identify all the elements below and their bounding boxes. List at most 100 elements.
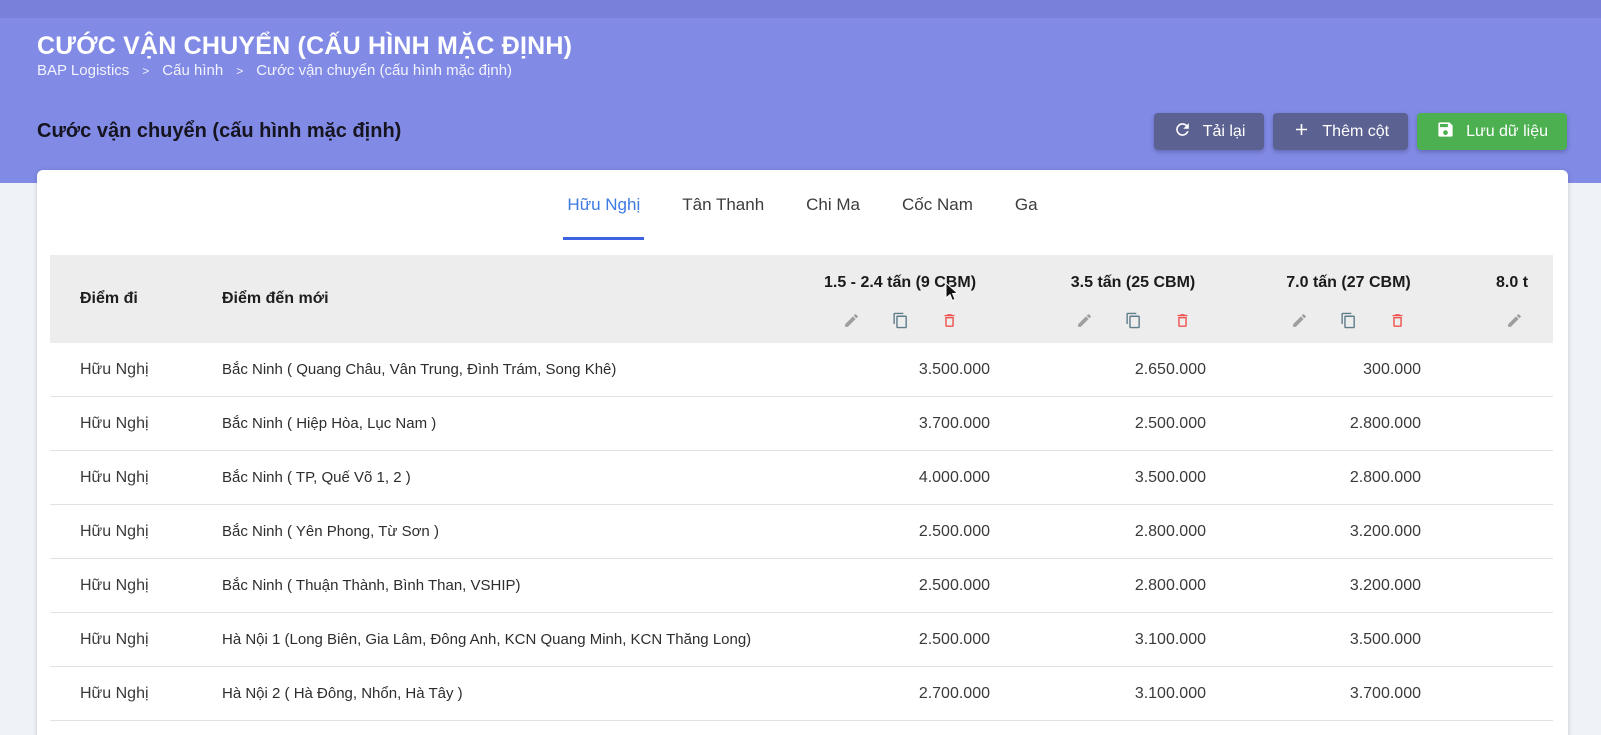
save-button[interactable]: Lưu dữ liệu <box>1417 113 1567 150</box>
rate-column-header: 3.5 tấn (25 CBM) <box>990 255 1206 343</box>
rate-cell[interactable]: 3.500.000 <box>1206 631 1421 649</box>
edit-icon[interactable] <box>1291 312 1308 329</box>
edit-icon[interactable] <box>1506 312 1523 329</box>
destination-cell: Bắc Ninh ( Thuận Thành, Bình Than, VSHIP… <box>222 577 740 594</box>
tab[interactable]: Cốc Nam <box>881 170 994 240</box>
tab-label: Hữu Nghị <box>567 195 640 215</box>
destination-cell: Bắc Ninh ( Hiệp Hòa, Lục Nam ) <box>222 415 740 432</box>
origin-cell: Hữu Nghị <box>50 361 222 379</box>
tab-label: Tân Thanh <box>682 195 764 215</box>
tab-label: Ga <box>1015 195 1038 215</box>
tab[interactable]: Tân Thanh <box>661 170 785 240</box>
rate-cell[interactable]: 3.200.000 <box>1206 577 1421 595</box>
tab-bar: Hữu Nghị Tân Thanh Chi Ma Cốc Nam Ga <box>37 170 1568 240</box>
rate-cell[interactable]: 2.500.000 <box>990 415 1206 433</box>
rate-cell[interactable]: 3.500.000 <box>990 469 1206 487</box>
table-header-row: Điểm đi Điểm đến mới 1.5 - 2.4 tấn (9 CB… <box>50 255 1553 343</box>
toolbar: Cước vận chuyển (cấu hình mặc định) Tải … <box>37 113 1567 150</box>
page-title: CƯỚC VẬN CHUYỂN (CẤU HÌNH MẶC ĐỊNH) <box>37 32 572 61</box>
rate-column-label: 7.0 tấn (27 CBM) <box>1286 274 1410 292</box>
add-column-button[interactable]: Thêm cột <box>1273 113 1408 150</box>
table-row: Hữu Nghị Bắc Ninh ( Hiệp Hòa, Lục Nam ) … <box>50 397 1553 451</box>
table-body: Hữu Nghị Bắc Ninh ( Quang Châu, Vân Trun… <box>50 343 1553 721</box>
chevron-right-icon: > <box>236 64 243 78</box>
rate-cell[interactable]: 2.500.000 <box>740 577 990 595</box>
chevron-right-icon: > <box>142 64 149 78</box>
rate-cell[interactable]: 3.100.000 <box>990 685 1206 703</box>
rate-cell[interactable]: 3.100.000 <box>990 631 1206 649</box>
breadcrumb-config[interactable]: Cấu hình <box>162 62 223 79</box>
delete-icon[interactable] <box>941 312 958 329</box>
tab[interactable]: Chi Ma <box>785 170 881 240</box>
rate-cell[interactable]: 2.800.000 <box>1206 415 1421 433</box>
rate-column-actions <box>1421 312 1553 329</box>
edit-icon[interactable] <box>843 312 860 329</box>
rate-cell[interactable]: 2.800.000 <box>990 523 1206 541</box>
destination-cell: Hà Nội 1 (Long Biên, Gia Lâm, Đông Anh, … <box>222 631 740 648</box>
reload-button[interactable]: Tải lại <box>1154 113 1265 150</box>
tab[interactable]: Ga <box>994 170 1059 240</box>
origin-cell: Hữu Nghị <box>50 685 222 703</box>
destination-column-header: Điểm đến mới <box>222 290 740 308</box>
refresh-icon <box>1173 120 1192 144</box>
copy-icon[interactable] <box>1125 312 1142 329</box>
rate-column-header: 1.5 - 2.4 tấn (9 CBM) <box>740 255 990 343</box>
tab-label: Chi Ma <box>806 195 860 215</box>
copy-icon[interactable] <box>892 312 909 329</box>
content-card: Hữu Nghị Tân Thanh Chi Ma Cốc Nam Ga Điểm đi… <box>37 170 1568 735</box>
rate-column-header: 8.0 t <box>1421 255 1553 343</box>
origin-cell: Hữu Nghị <box>50 523 222 541</box>
origin-cell: Hữu Nghị <box>50 469 222 487</box>
destination-cell: Bắc Ninh ( Quang Châu, Vân Trung, Đình T… <box>222 361 740 378</box>
rate-cell[interactable]: 3.700.000 <box>740 415 990 433</box>
breadcrumb-current: Cước vận chuyển (cấu hình mặc định) <box>256 62 512 79</box>
tab-label: Cốc Nam <box>902 195 973 215</box>
rate-cell[interactable]: 3.200.000 <box>1206 523 1421 541</box>
origin-cell: Hữu Nghị <box>50 577 222 595</box>
origin-cell: Hữu Nghị <box>50 631 222 649</box>
rate-column-header: 7.0 tấn (27 CBM) <box>1206 255 1421 343</box>
rate-column-actions <box>1291 312 1406 329</box>
rate-cell[interactable]: 2.650.000 <box>990 361 1206 379</box>
rate-cell[interactable]: 4.000.000 <box>740 469 990 487</box>
origin-cell: Hữu Nghị <box>50 415 222 433</box>
section-subtitle: Cước vận chuyển (cấu hình mặc định) <box>37 120 401 143</box>
rate-column-label: 8.0 t <box>1421 274 1528 292</box>
rate-cell[interactable]: 3.700.000 <box>1206 685 1421 703</box>
copy-icon[interactable] <box>1340 312 1357 329</box>
destination-cell: Bắc Ninh ( TP, Quế Võ 1, 2 ) <box>222 469 740 486</box>
plus-icon <box>1292 120 1311 144</box>
rate-cell[interactable]: 2.800.000 <box>1206 469 1421 487</box>
rate-column-label: 1.5 - 2.4 tấn (9 CBM) <box>824 274 976 292</box>
rates-table: Điểm đi Điểm đến mới 1.5 - 2.4 tấn (9 CB… <box>50 255 1553 721</box>
add-column-button-label: Thêm cột <box>1322 123 1389 141</box>
table-row: Hữu Nghị Hà Nội 1 (Long Biên, Gia Lâm, Đ… <box>50 613 1553 667</box>
header-top-strip <box>0 0 1601 18</box>
rate-cell[interactable]: 2.700.000 <box>740 685 990 703</box>
tab[interactable]: Hữu Nghị <box>546 170 661 240</box>
rate-cell[interactable]: 3.500.000 <box>740 361 990 379</box>
rate-column-label: 3.5 tấn (25 CBM) <box>1071 274 1195 292</box>
save-icon <box>1436 120 1455 144</box>
toolbar-buttons: Tải lại Thêm cột Lưu dữ liệu <box>1154 113 1567 150</box>
table-row: Hữu Nghị Hà Nội 2 ( Hà Đông, Nhổn, Hà Tâ… <box>50 667 1553 721</box>
page-header: CƯỚC VẬN CHUYỂN (CẤU HÌNH MẶC ĐỊNH) BAP … <box>0 0 1601 183</box>
table-row: Hữu Nghị Bắc Ninh ( Quang Châu, Vân Trun… <box>50 343 1553 397</box>
reload-button-label: Tải lại <box>1203 123 1246 141</box>
rate-cell[interactable]: 2.500.000 <box>740 523 990 541</box>
delete-icon[interactable] <box>1174 312 1191 329</box>
origin-column-header: Điểm đi <box>50 290 222 308</box>
table-row: Hữu Nghị Bắc Ninh ( TP, Quế Võ 1, 2 ) 4.… <box>50 451 1553 505</box>
edit-icon[interactable] <box>1076 312 1093 329</box>
table-row: Hữu Nghị Bắc Ninh ( Yên Phong, Từ Sơn ) … <box>50 505 1553 559</box>
rate-cell[interactable]: 2.800.000 <box>990 577 1206 595</box>
table-row: Hữu Nghị Bắc Ninh ( Thuận Thành, Bình Th… <box>50 559 1553 613</box>
breadcrumb: BAP Logistics > Cấu hình > Cước vận chuy… <box>37 62 512 79</box>
rate-cell[interactable]: 300.000 <box>1206 361 1421 379</box>
breadcrumb-home[interactable]: BAP Logistics <box>37 62 129 79</box>
save-button-label: Lưu dữ liệu <box>1466 123 1548 141</box>
rate-cell[interactable]: 2.500.000 <box>740 631 990 649</box>
delete-icon[interactable] <box>1389 312 1406 329</box>
destination-cell: Bắc Ninh ( Yên Phong, Từ Sơn ) <box>222 523 740 540</box>
destination-cell: Hà Nội 2 ( Hà Đông, Nhổn, Hà Tây ) <box>222 685 740 702</box>
